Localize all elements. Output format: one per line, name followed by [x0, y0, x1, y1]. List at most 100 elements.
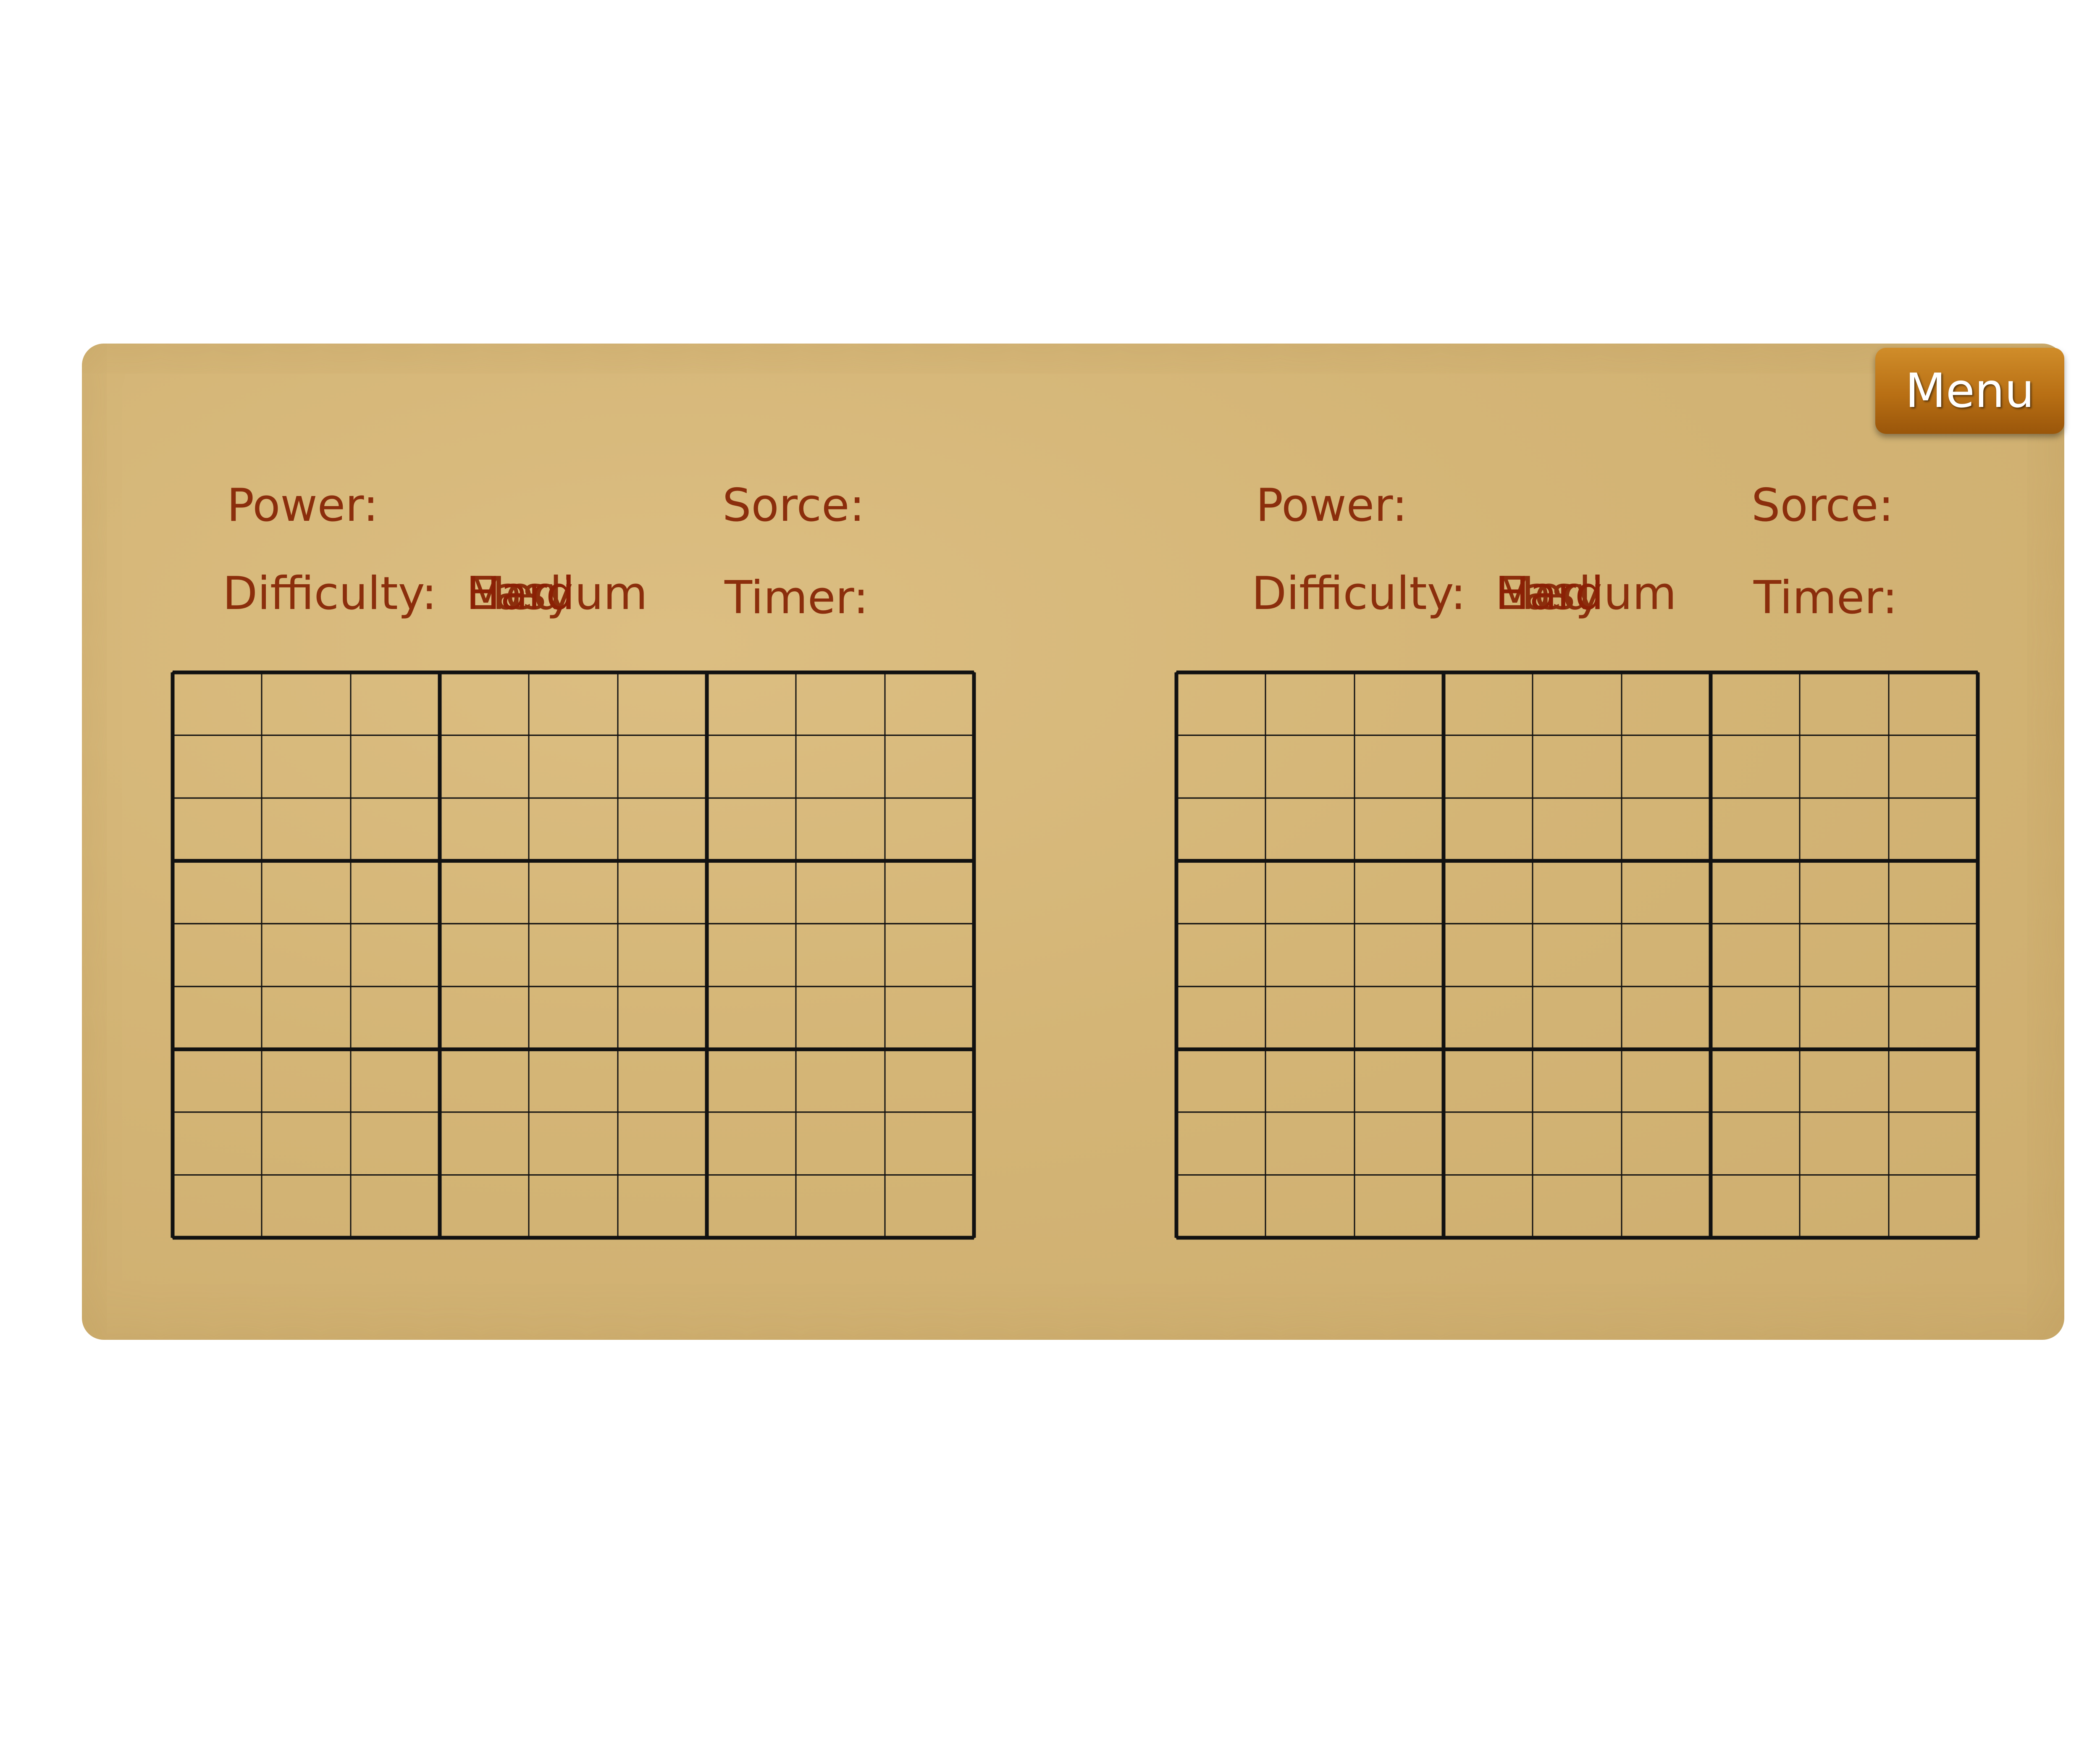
player1-cell-r5-c1[interactable]	[172, 923, 262, 987]
player1-cell-r3-c5[interactable]	[528, 797, 619, 862]
player1-cell-r6-c3[interactable]	[350, 986, 441, 1050]
player1-cell-r5-c3[interactable]	[350, 923, 441, 987]
player2-cell-r1-c5[interactable]	[1532, 672, 1622, 736]
player1-cell-r9-c1[interactable]	[172, 1174, 262, 1239]
player2-cell-r8-c2[interactable]	[1265, 1111, 1355, 1176]
player2-cell-r7-c7[interactable]	[1710, 1048, 1801, 1113]
player2-cell-r2-c2[interactable]	[1265, 735, 1355, 799]
player1-cell-r3-c2[interactable]	[261, 797, 352, 862]
player1-cell-r5-c9[interactable]	[884, 923, 975, 987]
player1-cell-r8-c6[interactable]	[617, 1111, 708, 1176]
player2-cell-r2-c8[interactable]	[1799, 735, 1890, 799]
player1-cell-r7-c4[interactable]	[439, 1048, 530, 1113]
player2-cell-r6-c7[interactable]	[1710, 986, 1801, 1050]
player1-cell-r1-c2[interactable]	[261, 672, 352, 736]
player1-cell-r7-c5[interactable]	[528, 1048, 619, 1113]
player2-cell-r4-c2[interactable]	[1265, 860, 1355, 924]
player1-cell-r9-c2[interactable]	[261, 1174, 352, 1239]
player2-cell-r4-c9[interactable]	[1888, 860, 1979, 924]
player1-cell-r3-c3[interactable]	[350, 797, 441, 862]
player1-cell-r4-c4[interactable]	[439, 860, 530, 924]
player2-cell-r9-c6[interactable]	[1621, 1174, 1712, 1239]
player2-cell-r3-c7[interactable]	[1710, 797, 1801, 862]
player2-cell-r1-c1[interactable]	[1176, 672, 1266, 736]
player1-cell-r1-c3[interactable]	[350, 672, 441, 736]
player2-cell-r3-c5[interactable]	[1532, 797, 1622, 862]
player2-cell-r1-c9[interactable]	[1888, 672, 1979, 736]
player1-cell-r7-c9[interactable]	[884, 1048, 975, 1113]
player2-cell-r7-c6[interactable]	[1621, 1048, 1712, 1113]
player1-cell-r2-c7[interactable]	[706, 735, 797, 799]
player2-cell-r2-c7[interactable]	[1710, 735, 1801, 799]
player2-cell-r3-c2[interactable]	[1265, 797, 1355, 862]
player2-cell-r7-c3[interactable]	[1354, 1048, 1444, 1113]
player2-cell-r5-c4[interactable]	[1443, 923, 1533, 987]
player1-cell-r3-c7[interactable]	[706, 797, 797, 862]
player1-cell-r9-c8[interactable]	[795, 1174, 886, 1239]
player1-cell-r3-c8[interactable]	[795, 797, 886, 862]
player1-cell-r7-c2[interactable]	[261, 1048, 352, 1113]
player1-cell-r5-c4[interactable]	[439, 923, 530, 987]
player2-cell-r6-c5[interactable]	[1532, 986, 1622, 1050]
player2-cell-r9-c8[interactable]	[1799, 1174, 1890, 1239]
player1-sudoku-grid[interactable]	[170, 670, 976, 1240]
player1-cell-r4-c2[interactable]	[261, 860, 352, 924]
player2-cell-r9-c3[interactable]	[1354, 1174, 1444, 1239]
player1-cell-r8-c5[interactable]	[528, 1111, 619, 1176]
player1-cell-r2-c5[interactable]	[528, 735, 619, 799]
player1-cell-r9-c7[interactable]	[706, 1174, 797, 1239]
player2-cell-r3-c3[interactable]	[1354, 797, 1444, 862]
player1-cell-r9-c6[interactable]	[617, 1174, 708, 1239]
player2-cell-r7-c5[interactable]	[1532, 1048, 1622, 1113]
player2-cell-r1-c2[interactable]	[1265, 672, 1355, 736]
player2-cell-r4-c4[interactable]	[1443, 860, 1533, 924]
player1-cell-r2-c9[interactable]	[884, 735, 975, 799]
player2-cell-r2-c9[interactable]	[1888, 735, 1979, 799]
player2-cell-r6-c8[interactable]	[1799, 986, 1890, 1050]
player1-cell-r6-c8[interactable]	[795, 986, 886, 1050]
player2-cell-r5-c9[interactable]	[1888, 923, 1979, 987]
player2-cell-r3-c9[interactable]	[1888, 797, 1979, 862]
player2-cell-r8-c7[interactable]	[1710, 1111, 1801, 1176]
player1-cell-r6-c2[interactable]	[261, 986, 352, 1050]
player2-cell-r4-c8[interactable]	[1799, 860, 1890, 924]
player2-cell-r9-c7[interactable]	[1710, 1174, 1801, 1239]
player2-cell-r6-c4[interactable]	[1443, 986, 1533, 1050]
player1-cell-r8-c9[interactable]	[884, 1111, 975, 1176]
player2-cell-r2-c6[interactable]	[1621, 735, 1712, 799]
player2-cell-r3-c8[interactable]	[1799, 797, 1890, 862]
player1-cell-r6-c5[interactable]	[528, 986, 619, 1050]
player2-sudoku-grid[interactable]	[1174, 670, 1980, 1240]
player1-cell-r6-c9[interactable]	[884, 986, 975, 1050]
player1-cell-r6-c4[interactable]	[439, 986, 530, 1050]
player2-cell-r2-c3[interactable]	[1354, 735, 1444, 799]
player2-cell-r5-c5[interactable]	[1532, 923, 1622, 987]
player1-difficulty-hard[interactable]: Hard	[466, 571, 575, 617]
player1-cell-r1-c5[interactable]	[528, 672, 619, 736]
player1-cell-r8-c7[interactable]	[706, 1111, 797, 1176]
player2-cell-r6-c3[interactable]	[1354, 986, 1444, 1050]
player1-cell-r6-c1[interactable]	[172, 986, 262, 1050]
player1-cell-r4-c8[interactable]	[795, 860, 886, 924]
player1-cell-r8-c3[interactable]	[350, 1111, 441, 1176]
player2-cell-r1-c3[interactable]	[1354, 672, 1444, 736]
player1-cell-r1-c7[interactable]	[706, 672, 797, 736]
player2-cell-r5-c6[interactable]	[1621, 923, 1712, 987]
player1-cell-r1-c9[interactable]	[884, 672, 975, 736]
player2-cell-r5-c1[interactable]	[1176, 923, 1266, 987]
player1-cell-r2-c4[interactable]	[439, 735, 530, 799]
player2-cell-r4-c6[interactable]	[1621, 860, 1712, 924]
player1-cell-r7-c7[interactable]	[706, 1048, 797, 1113]
player2-cell-r7-c2[interactable]	[1265, 1048, 1355, 1113]
player2-grid-svg[interactable]	[1174, 670, 1980, 1240]
player1-cell-r3-c4[interactable]	[439, 797, 530, 862]
player1-cell-r9-c9[interactable]	[884, 1174, 975, 1239]
player1-cell-r4-c1[interactable]	[172, 860, 262, 924]
player1-cell-r9-c5[interactable]	[528, 1174, 619, 1239]
player2-cell-r9-c2[interactable]	[1265, 1174, 1355, 1239]
player1-cell-r2-c1[interactable]	[172, 735, 262, 799]
player2-cell-r9-c5[interactable]	[1532, 1174, 1622, 1239]
player1-cell-r1-c1[interactable]	[172, 672, 262, 736]
player2-cell-r3-c1[interactable]	[1176, 797, 1266, 862]
player2-cell-r4-c5[interactable]	[1532, 860, 1622, 924]
